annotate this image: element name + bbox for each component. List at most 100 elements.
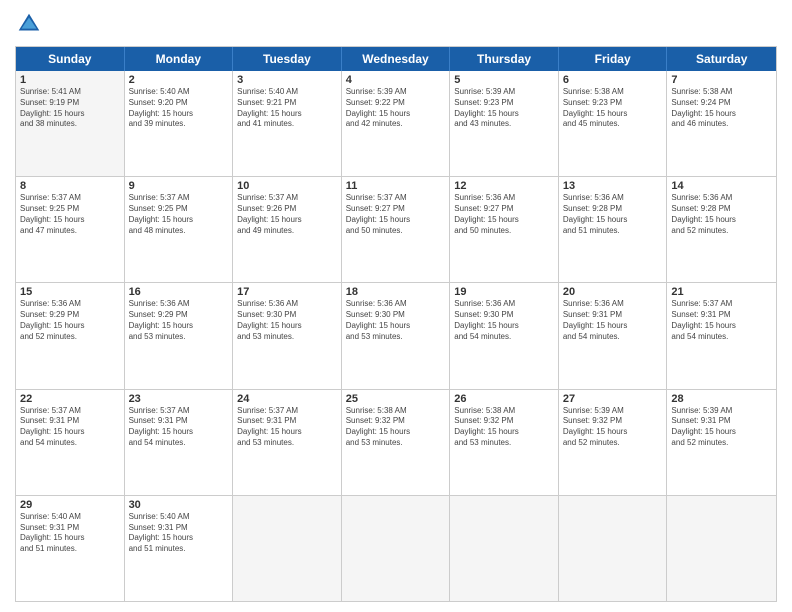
header-cell-saturday: Saturday [667,47,776,71]
cell-info: Sunrise: 5:37 AMSunset: 9:25 PMDaylight:… [20,193,120,236]
header-cell-thursday: Thursday [450,47,559,71]
calendar-cell: 3Sunrise: 5:40 AMSunset: 9:21 PMDaylight… [233,71,342,176]
header-cell-monday: Monday [125,47,234,71]
cell-info: Sunrise: 5:40 AMSunset: 9:21 PMDaylight:… [237,87,337,130]
calendar-cell: 14Sunrise: 5:36 AMSunset: 9:28 PMDayligh… [667,177,776,282]
cell-info: Sunrise: 5:38 AMSunset: 9:32 PMDaylight:… [346,406,446,449]
cell-info: Sunrise: 5:38 AMSunset: 9:23 PMDaylight:… [563,87,663,130]
day-number: 26 [454,393,554,405]
day-number: 24 [237,393,337,405]
day-number: 29 [20,499,120,511]
calendar-cell: 18Sunrise: 5:36 AMSunset: 9:30 PMDayligh… [342,283,451,388]
calendar-cell: 12Sunrise: 5:36 AMSunset: 9:27 PMDayligh… [450,177,559,282]
day-number: 1 [20,74,120,86]
day-number: 16 [129,286,229,298]
day-number: 18 [346,286,446,298]
calendar-row: 29Sunrise: 5:40 AMSunset: 9:31 PMDayligh… [16,496,776,601]
cell-info: Sunrise: 5:38 AMSunset: 9:24 PMDaylight:… [671,87,772,130]
calendar-row: 22Sunrise: 5:37 AMSunset: 9:31 PMDayligh… [16,390,776,496]
cell-info: Sunrise: 5:36 AMSunset: 9:27 PMDaylight:… [454,193,554,236]
calendar-cell: 27Sunrise: 5:39 AMSunset: 9:32 PMDayligh… [559,390,668,495]
calendar-cell [450,496,559,601]
logo [15,10,47,38]
calendar-cell: 30Sunrise: 5:40 AMSunset: 9:31 PMDayligh… [125,496,234,601]
day-number: 10 [237,180,337,192]
day-number: 23 [129,393,229,405]
day-number: 27 [563,393,663,405]
calendar-body: 1Sunrise: 5:41 AMSunset: 9:19 PMDaylight… [16,71,776,601]
day-number: 19 [454,286,554,298]
cell-info: Sunrise: 5:40 AMSunset: 9:20 PMDaylight:… [129,87,229,130]
cell-info: Sunrise: 5:36 AMSunset: 9:29 PMDaylight:… [129,299,229,342]
day-number: 28 [671,393,772,405]
cell-info: Sunrise: 5:36 AMSunset: 9:28 PMDaylight:… [563,193,663,236]
calendar-row: 8Sunrise: 5:37 AMSunset: 9:25 PMDaylight… [16,177,776,283]
header-cell-tuesday: Tuesday [233,47,342,71]
calendar-cell: 6Sunrise: 5:38 AMSunset: 9:23 PMDaylight… [559,71,668,176]
calendar-cell: 17Sunrise: 5:36 AMSunset: 9:30 PMDayligh… [233,283,342,388]
calendar-header: SundayMondayTuesdayWednesdayThursdayFrid… [16,47,776,71]
day-number: 5 [454,74,554,86]
calendar-cell: 8Sunrise: 5:37 AMSunset: 9:25 PMDaylight… [16,177,125,282]
header-cell-wednesday: Wednesday [342,47,451,71]
calendar-cell: 19Sunrise: 5:36 AMSunset: 9:30 PMDayligh… [450,283,559,388]
calendar-cell: 2Sunrise: 5:40 AMSunset: 9:20 PMDaylight… [125,71,234,176]
calendar-cell: 26Sunrise: 5:38 AMSunset: 9:32 PMDayligh… [450,390,559,495]
day-number: 2 [129,74,229,86]
cell-info: Sunrise: 5:36 AMSunset: 9:31 PMDaylight:… [563,299,663,342]
cell-info: Sunrise: 5:41 AMSunset: 9:19 PMDaylight:… [20,87,120,130]
day-number: 7 [671,74,772,86]
calendar-cell: 24Sunrise: 5:37 AMSunset: 9:31 PMDayligh… [233,390,342,495]
calendar-cell: 1Sunrise: 5:41 AMSunset: 9:19 PMDaylight… [16,71,125,176]
day-number: 4 [346,74,446,86]
calendar-cell [667,496,776,601]
cell-info: Sunrise: 5:36 AMSunset: 9:29 PMDaylight:… [20,299,120,342]
calendar-cell [233,496,342,601]
logo-icon [15,10,43,38]
cell-info: Sunrise: 5:36 AMSunset: 9:30 PMDaylight:… [237,299,337,342]
day-number: 21 [671,286,772,298]
calendar-cell: 16Sunrise: 5:36 AMSunset: 9:29 PMDayligh… [125,283,234,388]
calendar-cell: 20Sunrise: 5:36 AMSunset: 9:31 PMDayligh… [559,283,668,388]
cell-info: Sunrise: 5:37 AMSunset: 9:31 PMDaylight:… [671,299,772,342]
cell-info: Sunrise: 5:36 AMSunset: 9:28 PMDaylight:… [671,193,772,236]
day-number: 17 [237,286,337,298]
calendar-cell: 25Sunrise: 5:38 AMSunset: 9:32 PMDayligh… [342,390,451,495]
cell-info: Sunrise: 5:40 AMSunset: 9:31 PMDaylight:… [20,512,120,555]
calendar-cell: 5Sunrise: 5:39 AMSunset: 9:23 PMDaylight… [450,71,559,176]
day-number: 30 [129,499,229,511]
calendar-cell: 28Sunrise: 5:39 AMSunset: 9:31 PMDayligh… [667,390,776,495]
cell-info: Sunrise: 5:39 AMSunset: 9:23 PMDaylight:… [454,87,554,130]
calendar-cell: 4Sunrise: 5:39 AMSunset: 9:22 PMDaylight… [342,71,451,176]
cell-info: Sunrise: 5:37 AMSunset: 9:31 PMDaylight:… [20,406,120,449]
calendar-row: 1Sunrise: 5:41 AMSunset: 9:19 PMDaylight… [16,71,776,177]
calendar-cell [559,496,668,601]
cell-info: Sunrise: 5:39 AMSunset: 9:22 PMDaylight:… [346,87,446,130]
calendar-cell: 10Sunrise: 5:37 AMSunset: 9:26 PMDayligh… [233,177,342,282]
day-number: 3 [237,74,337,86]
cell-info: Sunrise: 5:36 AMSunset: 9:30 PMDaylight:… [454,299,554,342]
day-number: 11 [346,180,446,192]
cell-info: Sunrise: 5:40 AMSunset: 9:31 PMDaylight:… [129,512,229,555]
day-number: 12 [454,180,554,192]
day-number: 14 [671,180,772,192]
calendar-cell: 22Sunrise: 5:37 AMSunset: 9:31 PMDayligh… [16,390,125,495]
cell-info: Sunrise: 5:39 AMSunset: 9:31 PMDaylight:… [671,406,772,449]
calendar-cell [342,496,451,601]
calendar-cell: 15Sunrise: 5:36 AMSunset: 9:29 PMDayligh… [16,283,125,388]
day-number: 20 [563,286,663,298]
calendar-cell: 7Sunrise: 5:38 AMSunset: 9:24 PMDaylight… [667,71,776,176]
day-number: 13 [563,180,663,192]
cell-info: Sunrise: 5:37 AMSunset: 9:31 PMDaylight:… [129,406,229,449]
page: SundayMondayTuesdayWednesdayThursdayFrid… [0,0,792,612]
day-number: 6 [563,74,663,86]
header [15,10,777,38]
day-number: 8 [20,180,120,192]
calendar-cell: 11Sunrise: 5:37 AMSunset: 9:27 PMDayligh… [342,177,451,282]
cell-info: Sunrise: 5:39 AMSunset: 9:32 PMDaylight:… [563,406,663,449]
day-number: 22 [20,393,120,405]
calendar-cell: 13Sunrise: 5:36 AMSunset: 9:28 PMDayligh… [559,177,668,282]
header-cell-friday: Friday [559,47,668,71]
day-number: 9 [129,180,229,192]
day-number: 25 [346,393,446,405]
